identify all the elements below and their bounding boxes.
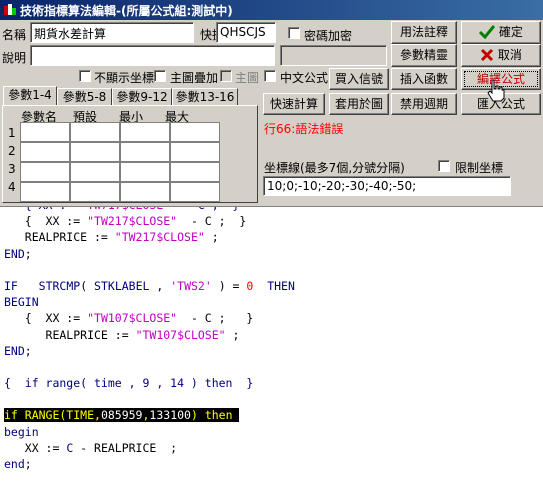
code-line: BEGIN [4,295,39,310]
param-cell[interactable] [70,182,120,202]
param-table [20,122,220,202]
main-chart-checkbox [220,70,232,82]
param-row-num: 3 [8,162,16,176]
table-row [20,142,220,162]
param-cell[interactable] [120,182,170,202]
param-cell[interactable] [120,142,170,162]
title-bar: 技術指標算法編輯-(所屬公式組:測試中) [0,0,543,20]
chinese-formula-label: 中文公式 [280,71,329,85]
code-line: REALPRICE := "TW217$CLOSE" ; [4,230,219,245]
desc-input[interactable] [30,45,275,66]
cancel-button[interactable]: 取消 [461,44,541,67]
code-line: END; [4,246,32,261]
tab-params-1-4[interactable]: 參數1-4 [3,86,57,106]
code-line: end; [4,457,32,471]
params-wizard-button[interactable]: 參數精靈 [391,44,457,67]
code-line: begin [4,424,39,439]
limit-coord-label: 限制坐標 [455,161,504,175]
code-line: if RANGE(TIME,085959,133100) then [4,408,240,423]
param-cell[interactable] [170,182,220,202]
cancel-label: 取消 [497,48,522,62]
code-line: { if range( time , 9 , 14 ) then } [4,376,254,391]
main-chart-label: 主圖 [235,71,260,85]
param-cell[interactable] [170,162,220,182]
password-label: 密碼加密 [304,29,353,43]
param-cell[interactable] [70,142,120,162]
params-panel: 參數名 預設 最小 最大 1 2 3 4 [2,105,258,203]
param-cell[interactable] [20,162,70,182]
check-icon [479,25,496,40]
confirm-label: 確定 [498,25,523,39]
param-cell[interactable] [20,182,70,202]
buy-sell-button[interactable]: 買入信號 [329,68,389,90]
param-row-num: 2 [8,144,16,158]
chinese-formula-checkbox[interactable] [264,70,276,82]
desc-label: 說明 [2,51,27,65]
coord-input[interactable]: 10;0;-10;-20;-30;-40;-50; [263,176,511,196]
window-title: 技術指標算法編輯-(所屬公式組:測試中) [20,4,233,18]
table-row [20,182,220,202]
hide-coord-label: 不顯示坐標 [94,71,155,85]
code-line: IF STRCMP( STKLABEL , 'TWS2' ) = 0 THEN [4,278,295,293]
code-line: { XX := "TW217$CLOSE" - C ; } [4,214,247,229]
disable-period-button[interactable]: 禁用週期 [391,93,457,115]
code-line: { XX := "TW717$CLOSE" - C ; } [4,207,543,213]
param-cell[interactable] [20,142,70,162]
param-cell[interactable] [170,122,220,142]
tab-params-13-16[interactable]: 參數13-16 [172,88,238,106]
code-line: { XX := "TW107$CLOSE" - C ; } [4,311,254,326]
code-line: REALPRICE := "TW107$CLOSE" ; [4,327,240,342]
error-status: 行66:語法錯誤 [264,122,344,136]
name-label: 名稱 [2,28,27,42]
coord-label: 坐標線(最多7個,分號分隔) [264,161,405,175]
main-overlay-checkbox[interactable] [154,70,166,82]
code-editor[interactable]: { XX := "TW717$CLOSE" - C ; } { XX := "T… [0,206,543,486]
app-icon [4,4,16,15]
param-cell[interactable] [170,142,220,162]
insert-func-button[interactable]: 插入函數 [391,68,457,90]
main-overlay-label: 主圖疊加 [170,71,219,85]
param-cell[interactable] [20,122,70,142]
tab-params-5-8[interactable]: 參數5-8 [57,88,112,106]
table-row [20,162,220,182]
hand-cursor-icon [487,79,505,102]
usage-button[interactable]: 用法註釋 [391,21,457,44]
tab-params-9-12[interactable]: 參數9-12 [112,88,172,106]
desc-extra-field [280,45,387,66]
close-icon [481,48,494,62]
param-cell[interactable] [120,122,170,142]
param-row-num: 1 [8,126,16,140]
param-cell[interactable] [70,122,120,142]
code-line: END; [4,343,32,358]
quick-calc-button[interactable]: 快速計算 [263,93,325,115]
password-checkbox[interactable] [288,27,300,39]
param-row-num: 4 [8,180,16,194]
param-cell[interactable] [120,162,170,182]
table-row [20,122,220,142]
limit-coord-checkbox[interactable] [438,160,450,172]
code-line: XX := C - REALPRICE ; [4,440,178,455]
name-input[interactable]: 期貨水差計算 [30,22,194,43]
param-cell[interactable] [70,162,120,182]
hide-coord-checkbox[interactable] [79,70,91,82]
shortcut-input[interactable]: QHSCJS [216,22,276,43]
confirm-button[interactable]: 確定 [461,21,541,44]
apply-chart-button[interactable]: 套用於圖 [329,93,389,115]
